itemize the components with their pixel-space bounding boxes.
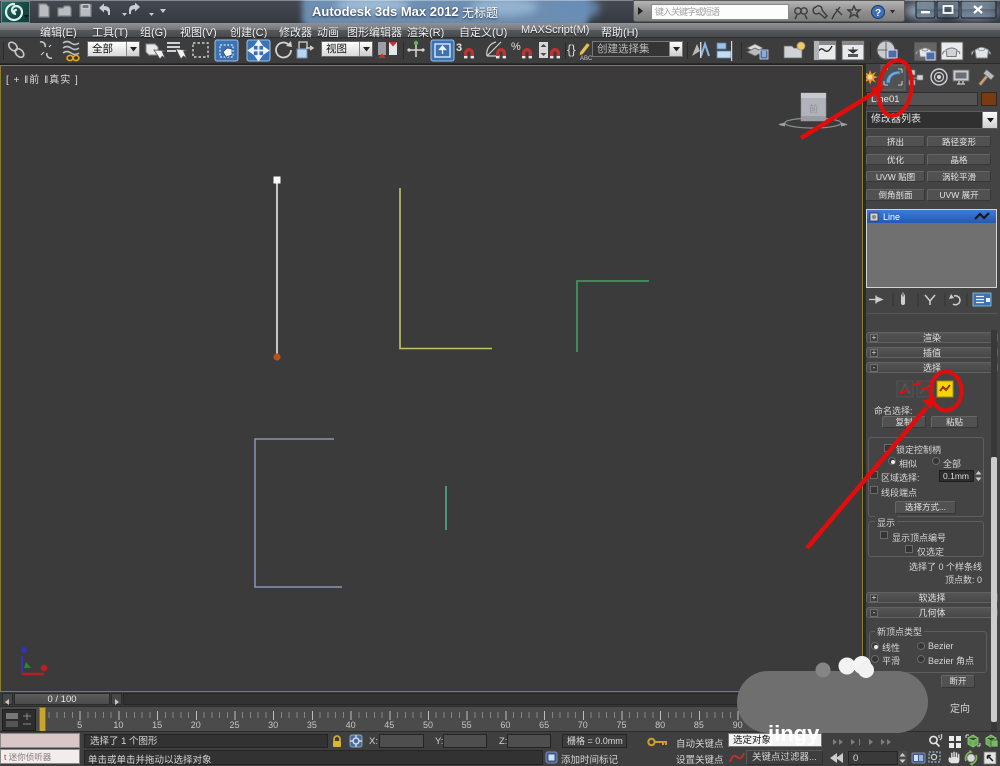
svg-text:%: % <box>511 41 521 53</box>
svg-text:{}: {} <box>567 42 576 57</box>
svg-text:3: 3 <box>456 42 462 54</box>
svg-text:?: ? <box>875 8 881 19</box>
svg-text:前: 前 <box>809 103 818 114</box>
svg-text:Line: Line <box>883 212 900 222</box>
